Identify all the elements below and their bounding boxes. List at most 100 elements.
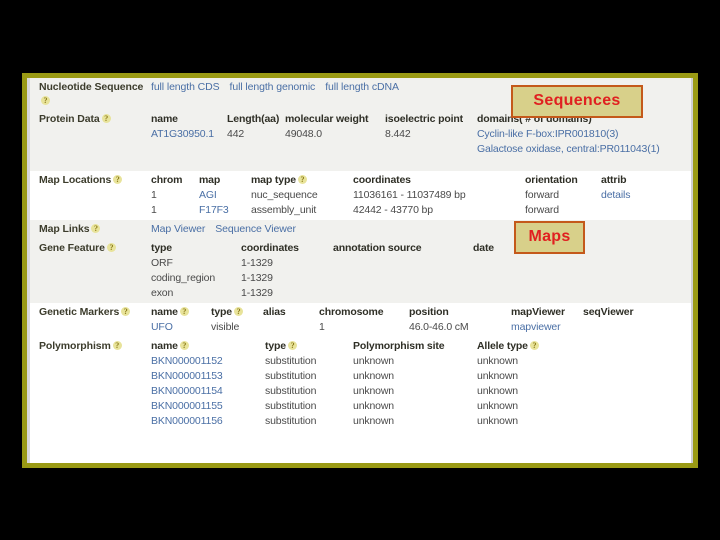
cell-poly-type: substitution [265,369,353,384]
cell-protein-domain-2: Galactose oxidase, central:PR011043(1) [477,142,689,157]
link-poly-name[interactable]: BKN000001156 [151,415,223,427]
cell-feature-type: ORF [151,256,241,271]
link-poly-name[interactable]: BKN000001153 [151,370,223,382]
table-header-row: name? type? Polymorphism site Allele typ… [151,339,689,354]
cell-poly-allele-type: unknown [477,414,689,429]
label-gene-feature: Gene Feature? [30,239,151,303]
cell-poly-name: BKN000001156 [151,414,265,429]
header-map: map [199,174,221,186]
table-row: 1 F17F3 assembly_unit 42442 - 43770 bp f… [151,203,689,218]
link-protein-name[interactable]: AT1G30950.1 [151,128,214,140]
label-nucleotide-sequence-text: Nucleotide Sequence [39,81,144,93]
callout-sequences: Sequences [511,85,643,118]
cell-marker-chromosome: 1 [319,320,409,335]
callout-maps: Maps [514,221,585,254]
table-row: ORF 1-1329 [151,256,689,271]
link-poly-name[interactable]: BKN000001152 [151,355,223,367]
cell-protein-isoelectric-point: 8.442 [385,127,477,142]
help-icon[interactable]: ? [113,175,123,184]
link-domain-2[interactable]: Galactose oxidase, central:PR011043(1) [477,143,660,155]
cell-gene-feature: type coordinates annotation source date … [151,239,691,303]
label-map-locations-text: Map Locations [39,174,112,186]
link-map-viewer[interactable]: Map Viewer [151,223,205,235]
link-poly-name[interactable]: BKN000001154 [151,385,223,397]
link-sequence-viewer[interactable]: Sequence Viewer [215,223,296,235]
cell-empty [285,142,385,157]
cell-poly-allele-type: unknown [477,354,689,369]
cell-map: F17F3 [199,203,251,218]
help-icon[interactable]: ? [288,341,297,350]
cell-poly-name: BKN000001153 [151,369,265,384]
header-feature-coordinates: coordinates [241,242,299,254]
link-full-length-genomic[interactable]: full length genomic [230,81,316,93]
row-polymorphism: Polymorphism? name? type? Polymorphism s… [30,337,691,431]
help-icon[interactable]: ? [529,341,539,350]
link-mapviewer[interactable]: mapviewer [511,321,561,333]
cell-feature-type: coding_region [151,271,241,286]
help-icon[interactable]: ? [112,341,122,350]
help-icon[interactable]: ? [106,243,116,252]
table-row: exon 1-1329 [151,286,689,301]
cell-poly-allele-type: unknown [477,384,689,399]
cell-attrib: details [601,188,689,203]
label-map-links-text: Map Links [39,223,90,235]
cell-feature-date [473,256,689,271]
cell-protein-length: 442 [227,127,285,142]
cell-poly-type: substitution [265,399,353,414]
cell-poly-type: substitution [265,414,353,429]
header-protein-isoelectric-point: isoelectric point [385,113,463,125]
gene-feature-table: type coordinates annotation source date … [151,241,689,301]
header-map-type-text: map type [251,174,296,186]
link-map-f17f3[interactable]: F17F3 [199,204,229,216]
header-feature-annotation-source: annotation source [333,242,422,254]
header-orientation: orientation [525,174,578,186]
protein-data-table: name Length(aa) molecular weight isoelec… [151,112,689,157]
cell-feature-coordinates: 1-1329 [241,286,333,301]
help-icon[interactable]: ? [121,307,131,316]
link-details[interactable]: details [601,189,630,201]
help-icon[interactable]: ? [91,224,101,233]
help-icon[interactable]: ? [41,96,50,105]
cell-genetic-markers: name? type? alias chromosome position ma… [151,303,691,337]
cell-poly-allele-type: unknown [477,399,689,414]
link-full-length-cds[interactable]: full length CDS [151,81,220,93]
slide-canvas: Nucleotide Sequence? full length CDS full… [0,0,720,540]
table-header-row: name? type? alias chromosome position ma… [151,305,689,320]
cell-poly-site: unknown [353,354,477,369]
link-poly-name[interactable]: BKN000001155 [151,400,223,412]
cell-polymorphism: name? type? Polymorphism site Allele typ… [151,337,691,431]
table-row: BKN000001155 substitution unknown unknow… [151,399,689,414]
row-map-locations: Map Locations? chrom map map type? coord… [30,171,691,220]
help-icon[interactable]: ? [101,114,111,123]
cell-feature-annotation-source [333,256,473,271]
cell-empty [227,142,285,157]
cell-poly-site: unknown [353,369,477,384]
label-gene-feature-text: Gene Feature [39,242,105,254]
cell-marker-seqviewer [583,320,689,335]
link-marker-ufo[interactable]: UFO [151,321,173,333]
cell-poly-type: substitution [265,384,353,399]
row-genetic-markers: Genetic Markers? name? type? alias chrom… [30,303,691,337]
help-icon[interactable]: ? [297,175,307,184]
row-spacer [30,159,691,171]
cell-poly-name: BKN000001155 [151,399,265,414]
header-marker-position: position [409,306,449,318]
header-poly-site: Polymorphism site [353,340,445,352]
help-icon[interactable]: ? [179,341,189,350]
header-map-type: map type? [251,173,353,188]
label-polymorphism: Polymorphism? [30,337,151,431]
help-icon[interactable]: ? [179,307,189,316]
link-map-agi[interactable]: AGI [199,189,217,201]
link-full-length-cdna[interactable]: full length cDNA [325,81,399,93]
help-icon[interactable]: ? [234,307,243,316]
cell-marker-name: UFO [151,320,211,335]
table-header-row: type coordinates annotation source date [151,241,689,256]
header-marker-mapviewer: mapViewer [511,306,565,318]
link-domain-1[interactable]: Cyclin-like F-box:IPR001810(3) [477,128,619,140]
table-row: BKN000001156 substitution unknown unknow… [151,414,689,429]
cell-marker-mapviewer: mapviewer [511,320,583,335]
header-protein-molecular-weight: molecular weight [285,113,369,125]
table-row: Galactose oxidase, central:PR011043(1) [151,142,689,157]
header-poly-allele-type: Allele type? [477,339,689,354]
header-marker-name-text: name [151,306,178,318]
